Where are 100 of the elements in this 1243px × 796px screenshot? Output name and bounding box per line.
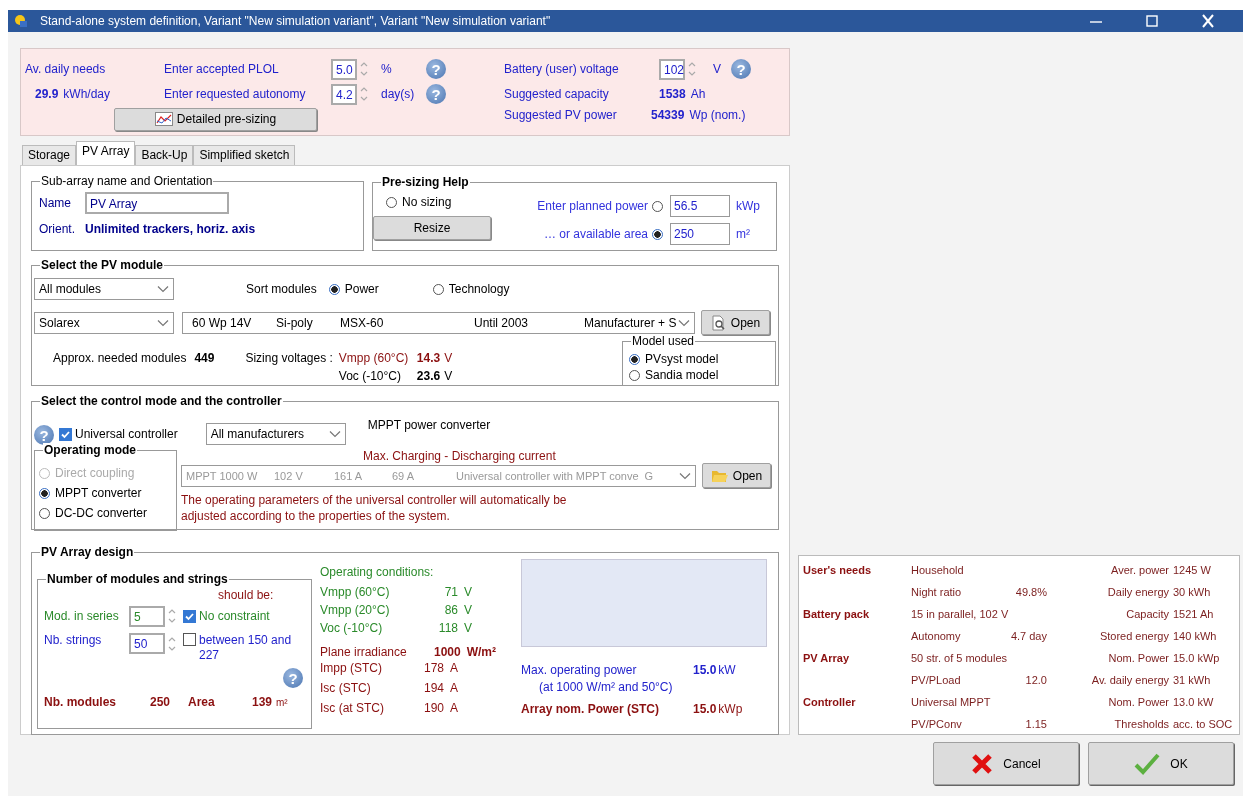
field-label: Orient. [39, 222, 76, 236]
group-title: Operating mode [43, 443, 137, 457]
unit-label: kWh/day [63, 87, 111, 101]
chevron-icon[interactable] [328, 430, 341, 438]
checkmark-icon [1134, 752, 1161, 775]
condition-label: Vmpp (20°C) [320, 603, 391, 617]
condition-label: Plane irradiance [320, 645, 408, 659]
checkbox-label: No constraint [199, 609, 270, 623]
checkbox[interactable] [59, 428, 72, 441]
summary-value: 1.15 [1024, 718, 1047, 730]
button[interactable]: Detailed pre-sizing [114, 107, 317, 131]
chevron-icon[interactable] [157, 285, 169, 293]
button[interactable]: Resize [373, 216, 491, 240]
condition-label: Impp (STC) [320, 661, 383, 675]
chevron-icon[interactable] [157, 318, 169, 327]
button[interactable]: OK [1088, 742, 1234, 785]
dropdown[interactable]: 60 Wp 14V Si-poly MSX-60 Until 2003 Manufacturer + S [182, 311, 695, 334]
radio-button[interactable] [328, 283, 340, 295]
radio-button[interactable] [652, 200, 663, 212]
field-label: Enter planned power [537, 199, 648, 213]
radio-button[interactable] [386, 196, 397, 208]
button[interactable]: Open [701, 310, 770, 335]
field-label: Suggested capacity [504, 87, 610, 101]
close-icon[interactable] [1201, 14, 1215, 28]
radio-button[interactable] [629, 353, 640, 365]
input-field[interactable]: 50 [129, 633, 165, 654]
chevron-icon[interactable] [678, 318, 690, 327]
dropdown[interactable]: Solarex [34, 311, 174, 334]
radio-button[interactable] [432, 283, 444, 295]
summary-section: Controller [803, 696, 911, 708]
group-title: PV Array design [40, 545, 135, 559]
unit-label: % [381, 62, 393, 76]
input-field[interactable]: 5.0 [331, 58, 357, 80]
field-label: Battery (user) voltage [504, 62, 620, 76]
checkbox[interactable] [183, 633, 196, 646]
summary-item: PV/PConv [911, 718, 963, 730]
radio-button[interactable] [39, 507, 50, 519]
checkbox-label: Universal controller [75, 427, 178, 441]
field-label: Name [39, 196, 72, 210]
unit-label: A [450, 701, 459, 715]
tab[interactable]: Simplified sketch [193, 145, 296, 165]
needs-value: 29.9 [35, 87, 59, 101]
needed-value: 449 [194, 351, 216, 365]
voltage-label: Vmpp (60°C) [338, 351, 410, 365]
button[interactable]: Cancel [933, 742, 1079, 785]
summary-section: PV Array [803, 652, 911, 664]
input-field[interactable]: 5 [129, 605, 165, 627]
input-field[interactable]: PV Array [85, 192, 229, 214]
unit-label: A [450, 661, 459, 675]
summary-value: 1245 W [1173, 564, 1212, 576]
summary-value: 49.8% [1014, 586, 1047, 598]
power-value: 15.0 [693, 663, 717, 677]
cross-icon [971, 752, 994, 775]
summary-label: Nom. Power [1107, 652, 1170, 664]
input-field[interactable]: 250 [670, 223, 730, 245]
radio-button[interactable] [629, 369, 640, 381]
summary-section: Battery pack [803, 608, 911, 620]
checkbox[interactable] [183, 609, 196, 623]
group-title: Number of modules and strings [46, 572, 229, 586]
voltage-value: 14.3 [416, 351, 441, 365]
dropdown[interactable]: All manufacturers [205, 423, 346, 445]
hint-label: should be: [218, 588, 275, 602]
unit-label: A [450, 681, 459, 695]
tab[interactable]: Storage [22, 145, 77, 165]
radio-label: DC-DC converter [55, 506, 147, 520]
button[interactable]: Open [702, 463, 771, 488]
radio-button[interactable] [39, 487, 50, 499]
summary-value: acc. to SOC [1173, 718, 1234, 730]
chart-icon [154, 112, 173, 126]
unit-label: kW [718, 663, 736, 677]
input-field[interactable]: 4.2 [331, 83, 357, 105]
summary-value: 15.0 kWp [1173, 652, 1221, 664]
summary-item: Household [911, 564, 965, 576]
summary-item: 15 in parallel, 102 V [911, 608, 1010, 620]
input-field[interactable]: 102 [659, 58, 685, 80]
field-label: Approx. needed modules [53, 351, 187, 365]
group-title: Model used [631, 334, 696, 348]
unit-label: Wp (nom.) [689, 108, 746, 122]
dropdown[interactable]: All modules [34, 278, 174, 300]
unit-label: W/m² [466, 645, 497, 659]
input-field[interactable]: 56.5 [670, 195, 730, 217]
unit-label: m² [276, 696, 288, 708]
radio-label: No sizing [402, 195, 452, 209]
power-note: (at 1000 W/m² and 50°C) [538, 680, 674, 694]
voltage-value: 23.6 [416, 369, 441, 383]
tab[interactable]: Back-Up [135, 145, 194, 165]
area-value: 139 [252, 695, 273, 709]
power-label: Array nom. Power (STC) [521, 702, 661, 716]
field-label: Enter accepted PLOL [164, 62, 280, 76]
summary-value: 12.0 [1024, 674, 1047, 686]
group-title: Select the control mode and the controller [40, 394, 283, 408]
summary-label: Daily energy [1106, 586, 1170, 598]
tab[interactable]: PV Array [76, 141, 136, 165]
field-label: Av. daily needs [25, 62, 107, 76]
summary-value: 1521 Ah [1173, 608, 1215, 620]
radio-button[interactable] [652, 228, 663, 240]
section-label: Operating conditions: [320, 565, 435, 581]
radio-label: Sandia model [645, 368, 719, 382]
maximize-icon[interactable] [1145, 14, 1159, 28]
unit-label: day(s) [381, 87, 416, 101]
